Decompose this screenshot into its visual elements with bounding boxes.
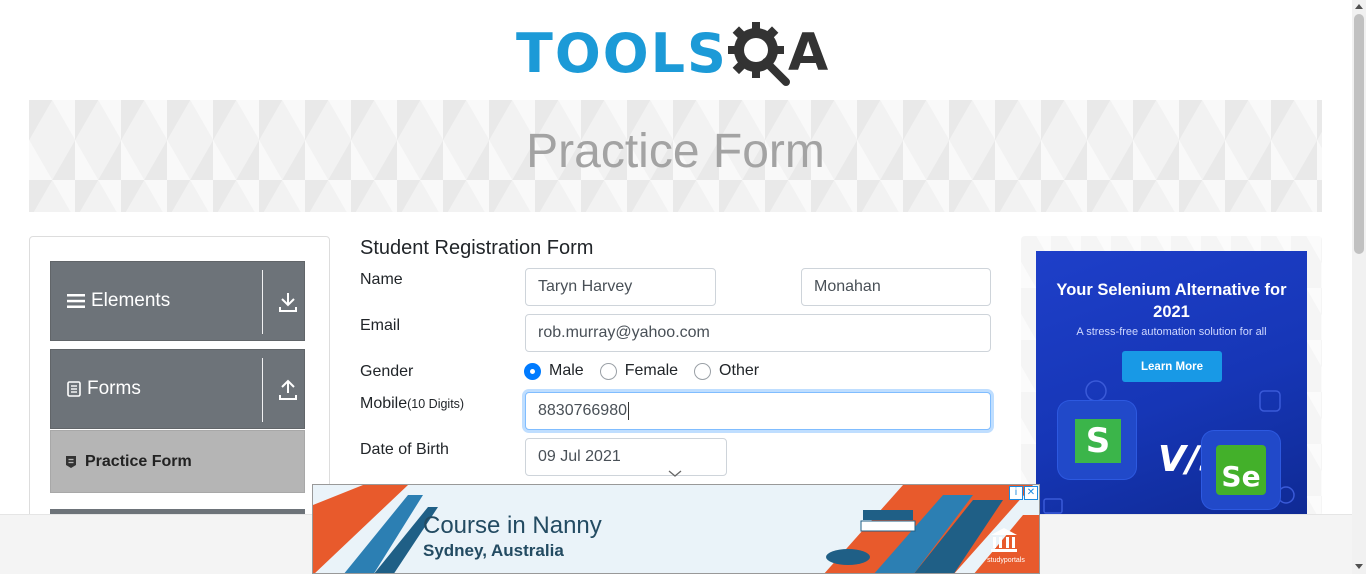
logo-a: A	[787, 23, 829, 83]
ad-close-icon[interactable]: ✕	[1024, 486, 1038, 500]
page: TOOLS A Practice Form Elements Forms Pra…	[0, 0, 1366, 574]
gender-other-label[interactable]: Other	[719, 362, 759, 380]
scroll-down-arrow-icon[interactable]	[1355, 564, 1363, 569]
gender-other-radio[interactable]	[694, 362, 712, 380]
dob-label: Date of Birth	[360, 441, 449, 458]
mobile-hint: (10 Digits)	[407, 397, 465, 411]
sidebar-group-label: Forms	[87, 378, 141, 399]
gender-female-label[interactable]: Female	[625, 362, 678, 380]
sidebar-group-label: Elements	[91, 290, 171, 311]
sidebar-group-elements[interactable]: Elements	[50, 261, 305, 341]
list-icon	[67, 294, 85, 308]
ad-subline: A stress-free automation solution for al…	[1076, 326, 1267, 338]
dob-input[interactable]: 09 Jul 2021	[525, 438, 727, 477]
katalon-logo-tile: S	[1058, 401, 1136, 479]
sidebar-group-forms[interactable]: Forms	[50, 349, 305, 429]
page-banner: Practice Form	[29, 100, 1322, 212]
toolsqa-logo[interactable]: TOOLS A	[516, 16, 838, 90]
chevron-down-icon	[668, 470, 682, 477]
gender-label: Gender	[360, 363, 414, 380]
badge-icon	[66, 456, 76, 468]
katalon-s-logo: S	[1075, 419, 1121, 463]
ad-city: Sydney, Australia	[423, 541, 564, 560]
page-scrollbar[interactable]	[1352, 0, 1366, 574]
bottom-ad[interactable]: Course in Nanny Sydney, Australia studyp…	[312, 484, 1040, 574]
last-name-input[interactable]: Monahan	[801, 268, 991, 306]
scroll-up-arrow-icon[interactable]	[1355, 4, 1363, 9]
gender-female-option[interactable]: Female	[599, 362, 678, 380]
ad-course-title: Course in Nanny	[423, 512, 602, 539]
ad-brand: studyportals	[987, 557, 1025, 564]
gear-magnifier-icon	[727, 22, 790, 86]
sidebar-group-elements-label-wrap: Elements	[67, 290, 170, 312]
selenium-se-logo: Se	[1216, 445, 1266, 495]
divider	[262, 358, 263, 422]
mobile-input[interactable]: 8830766980	[525, 392, 991, 430]
form-title: Student Registration Form	[360, 237, 594, 259]
gender-other-option[interactable]: Other	[694, 362, 759, 380]
first-name-value: Taryn Harvey	[538, 278, 633, 295]
gender-female-radio[interactable]	[599, 362, 617, 380]
email-label: Email	[360, 317, 401, 334]
mobile-label: Mobile(10 Digits)	[360, 395, 464, 413]
document-icon	[67, 381, 81, 397]
sidebar-item-label-wrap: Practice Form	[65, 453, 192, 471]
sidebar: Elements Forms Practice Form	[29, 236, 330, 536]
mobile-label-text: Mobile	[360, 395, 408, 412]
sidebar-item-practice-form[interactable]: Practice Form	[50, 430, 305, 493]
gender-male-option[interactable]: Male	[524, 362, 584, 380]
email-input[interactable]: rob.murray@yahoo.com	[525, 314, 991, 352]
right-ad[interactable]: Your Selenium Alternative for 2021 A str…	[1036, 251, 1307, 515]
sidebar-group-forms-label-wrap: Forms	[67, 378, 141, 400]
dob-value: 09 Jul 2021	[538, 448, 621, 465]
selenium-logo-tile: Se	[1202, 431, 1280, 509]
email-value: rob.murray@yahoo.com	[538, 324, 710, 341]
sidebar-item-label: Practice Form	[85, 453, 192, 470]
gender-male-radio[interactable]	[524, 362, 541, 380]
upload-arrow-icon[interactable]	[278, 379, 298, 401]
divider	[262, 270, 263, 334]
mobile-value: 8830766980	[538, 402, 627, 419]
learn-more-button[interactable]: Learn More	[1122, 351, 1222, 382]
download-arrow-icon[interactable]	[278, 291, 298, 313]
ad-info-icon[interactable]: i	[1009, 486, 1023, 500]
text-cursor	[627, 402, 629, 420]
first-name-input[interactable]: Taryn Harvey	[525, 268, 716, 306]
gender-male-label[interactable]: Male	[549, 362, 584, 380]
name-label: Name	[360, 271, 403, 288]
logo-text: TOOLS	[516, 21, 728, 85]
page-title: Practice Form	[526, 125, 825, 178]
scroll-thumb[interactable]	[1354, 14, 1364, 254]
ad-headline: Your Selenium Alternative for 2021	[1056, 281, 1287, 321]
institution-icon	[991, 528, 1017, 552]
last-name-value: Monahan	[814, 278, 881, 295]
gender-radio-group: Male Female Other	[524, 362, 775, 380]
